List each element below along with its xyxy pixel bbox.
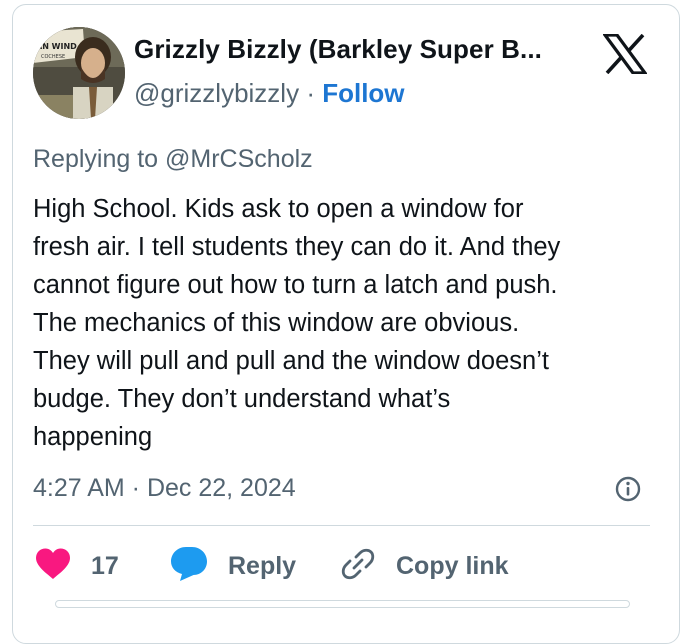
reply-label: Reply: [228, 551, 297, 580]
x-logo-icon[interactable]: [601, 33, 649, 75]
author-handle-row: @grizzlybizzly · Follow: [134, 78, 405, 109]
heart-icon: [35, 548, 71, 585]
tweet-line: cannot figure out how to turn a latch an…: [33, 271, 558, 299]
copy-link-label: Copy link: [396, 551, 509, 580]
replying-to: Replying to @MrCScholz: [33, 145, 313, 174]
replying-to-prefix: Replying to: [33, 145, 159, 173]
tweet-line: happening: [33, 423, 153, 451]
avatar-sign-line-2: AN WIND: [36, 42, 77, 51]
tweet-line: fresh air. I tell students they can do i…: [33, 233, 561, 261]
handle-separator: ·: [306, 78, 315, 108]
tweet-line: The mechanics of this window are obvious…: [33, 309, 520, 337]
tweet-line: budge. They don’t understand what’s: [33, 385, 451, 413]
link-icon: [340, 546, 376, 587]
speech-bubble-icon: [170, 546, 208, 587]
author-handle[interactable]: @grizzlybizzly: [134, 78, 299, 108]
read-replies-bar[interactable]: [55, 600, 630, 608]
tweet-line: They will pull and pull and the window d…: [33, 347, 549, 375]
replying-to-mention[interactable]: @MrCScholz: [165, 145, 313, 173]
avatar[interactable]: ng AN WIND COCHESE: [33, 27, 125, 119]
like-button[interactable]: 17: [35, 547, 119, 585]
avatar-sign-line-3: COCHESE: [41, 54, 65, 60]
follow-button[interactable]: Follow: [322, 78, 404, 108]
tweet-text: High School. Kids ask to open a window f…: [33, 190, 653, 456]
copy-link-button[interactable]: Copy link: [340, 547, 509, 585]
author-display-name[interactable]: Grizzly Bizzly (Barkley Super B...: [134, 34, 542, 65]
like-count: 17: [91, 551, 119, 580]
reply-button[interactable]: Reply: [170, 546, 297, 587]
info-icon[interactable]: [613, 474, 643, 504]
tweet-line: High School. Kids ask to open a window f…: [33, 195, 524, 223]
divider: [33, 525, 650, 526]
tweet-timestamp[interactable]: 4:27 AM · Dec 22, 2024: [33, 474, 296, 503]
